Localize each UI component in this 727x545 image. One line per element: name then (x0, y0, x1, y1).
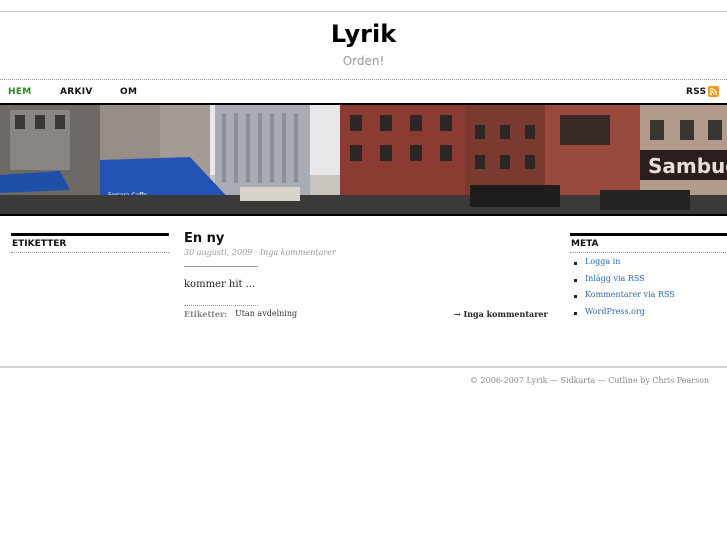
top-rule (0, 11, 727, 12)
meta-list: Logga in Inlägg via RSS Kommentarer via … (573, 257, 675, 323)
nav-item-rss[interactable]: RSS (686, 87, 706, 97)
header-image: Sambuca Ferrara Caffe Ferrara Caffe (0, 103, 727, 216)
post-comments-meta-link[interactable]: Inga kommentarer (260, 248, 336, 257)
post-comments-link[interactable]: → Inga kommentarer (454, 309, 548, 319)
post-meta: 30 augusti, 2009 · Inga kommentarer (184, 248, 336, 257)
nav-item-om[interactable]: OM (120, 87, 137, 97)
footer-rule (0, 366, 727, 368)
post-date: 30 augusti, 2009 (184, 248, 253, 257)
nav-item-hem[interactable]: HEM (8, 87, 32, 97)
site-description: Orden! (342, 54, 385, 68)
sidebar-heading-meta: META (570, 233, 727, 253)
svg-text:Sambuca: Sambuca (648, 154, 727, 178)
meta-list-item: WordPress.org (573, 307, 675, 324)
meta-link-login[interactable]: Logga in (585, 257, 620, 266)
post-footer-divider (184, 305, 258, 306)
post-title[interactable]: En ny (184, 231, 224, 246)
nav-item-arkiv[interactable]: ARKIV (60, 87, 93, 97)
rss-icon[interactable] (708, 86, 719, 97)
meta-list-item: Kommentarer via RSS (573, 290, 675, 307)
post-tag-link[interactable]: Utan avdelning (235, 309, 297, 318)
meta-link-comments-rss[interactable]: Kommentarer via RSS (585, 290, 675, 299)
main-nav: HEM ARKIV OM RSS (0, 80, 727, 103)
meta-link-wordpress[interactable]: WordPress.org (585, 307, 645, 316)
footer-text: © 2006-2007 Lyrik — Sidkarta — Cutline b… (470, 376, 710, 385)
sidebar-heading-etiketter: ETIKETTER (11, 233, 169, 253)
post-body: kommer hit ... (184, 279, 256, 290)
meta-list-item: Logga in (573, 257, 675, 274)
post-meta-separator: · (254, 248, 258, 257)
post-tags-label: Etiketter: (184, 309, 228, 319)
site-title[interactable]: Lyrik (0, 20, 727, 48)
post-meta-divider (184, 266, 258, 267)
meta-link-posts-rss[interactable]: Inlägg via RSS (585, 274, 645, 283)
meta-list-item: Inlägg via RSS (573, 274, 675, 291)
